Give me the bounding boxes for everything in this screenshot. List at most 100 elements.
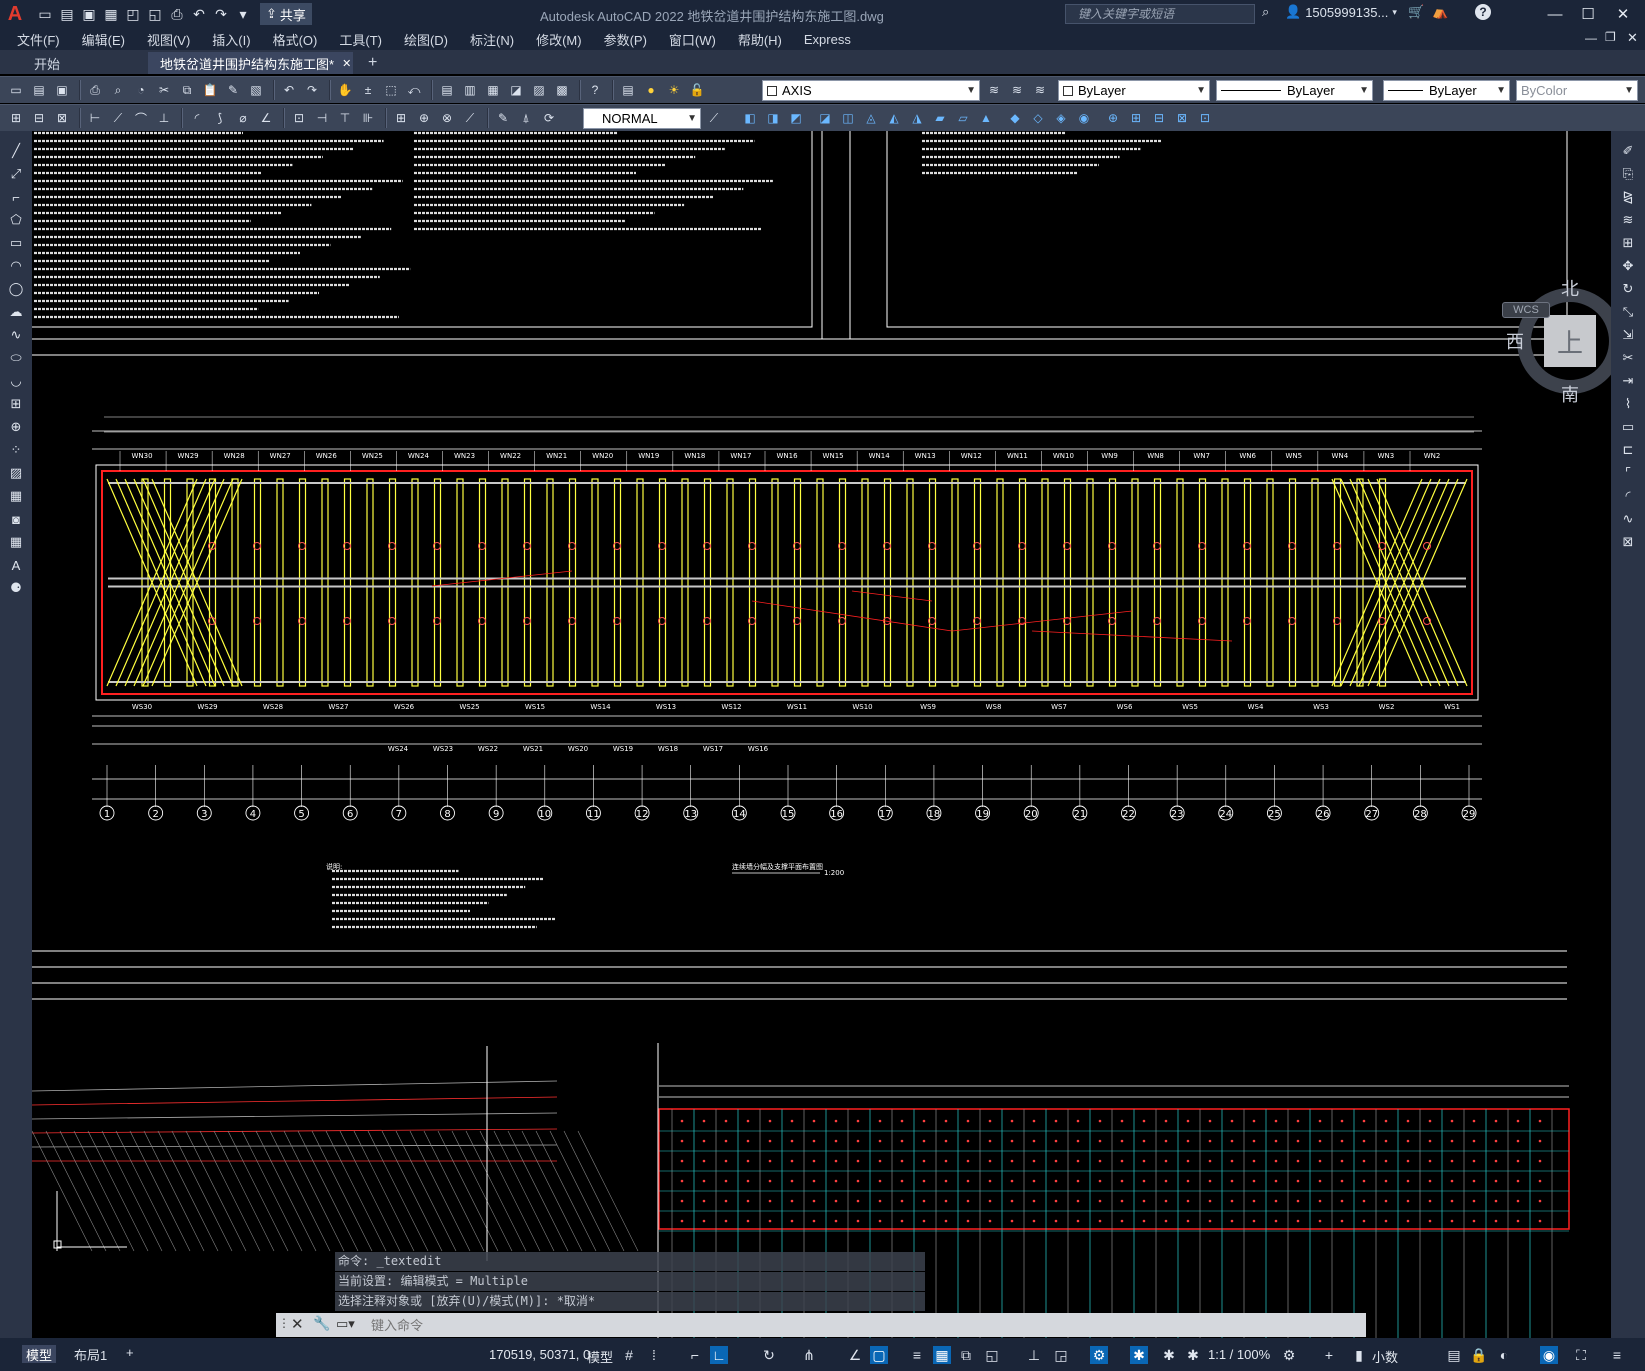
redo-icon[interactable]: ↷ [302, 80, 322, 100]
command-input[interactable] [371, 1316, 1331, 1334]
menu-help[interactable]: 帮助(H) [738, 30, 782, 49]
grip-icon[interactable]: ⋮ [278, 1316, 290, 1330]
mtext-icon[interactable]: A [5, 555, 27, 575]
viewcube-north[interactable]: 北 [1561, 275, 1579, 301]
linear-dim-icon[interactable]: ⊟ [29, 108, 49, 128]
chamfer-icon[interactable]: ◇ [1028, 108, 1048, 128]
move-icon[interactable]: ✥ [1617, 256, 1639, 276]
annotation-scale-icon[interactable]: ✱ [1160, 1346, 1178, 1364]
break-icon[interactable]: ▭ [1617, 417, 1639, 437]
polygon-icon[interactable]: ⬠ [5, 210, 27, 230]
viewcube-top-face[interactable]: 上 [1544, 315, 1596, 367]
scale-object-icon[interactable]: ⤡ [1617, 302, 1639, 322]
snap-icon[interactable]: ⁞ [645, 1346, 663, 1364]
selection-cycling-icon[interactable]: ⧉ [957, 1346, 975, 1364]
save-icon[interactable]: ▣ [52, 80, 72, 100]
menu-edit[interactable]: 编辑(E) [82, 30, 125, 49]
close-icon[interactable]: ✕ [291, 1315, 304, 1333]
tab-layout1[interactable]: 布局1 [70, 1345, 111, 1363]
hatch-icon[interactable]: ▨ [5, 463, 27, 483]
3d-osnap-icon[interactable]: ◱ [983, 1346, 1001, 1364]
menu-file[interactable]: 文件(F) [17, 30, 60, 49]
jogged-linear-icon[interactable]: ⟋ [460, 108, 480, 128]
customize-icon[interactable]: 🔧 [313, 1315, 330, 1332]
markup-icon[interactable]: ▨ [529, 80, 549, 100]
xref-icon[interactable]: ⊠ [1172, 108, 1192, 128]
new-icon[interactable]: ▭ [34, 3, 56, 25]
doc-close-icon[interactable]: ✕ [1627, 30, 1638, 46]
ellipse-arc-icon[interactable]: ◡ [5, 371, 27, 391]
join-object-icon[interactable]: ⊏ [1617, 440, 1639, 460]
menu-express[interactable]: Express [804, 32, 851, 47]
polyline-icon[interactable]: ⌐ [5, 187, 27, 207]
properties-icon[interactable]: ▤ [437, 80, 457, 100]
array-object-icon[interactable]: ⊞ [1617, 233, 1639, 253]
explode-object-icon[interactable]: ⊠ [1617, 532, 1639, 552]
ortho-icon[interactable]: ∟ [710, 1346, 728, 1364]
gizmo-icon[interactable]: ◲ [1052, 1346, 1070, 1364]
qnew-icon[interactable]: ▭ [6, 80, 26, 100]
help-icon[interactable]: ? [585, 80, 605, 100]
open-icon[interactable]: ▤ [56, 3, 78, 25]
wcs-button[interactable]: WCS [1502, 302, 1550, 318]
share-button[interactable]: ⇪ 共享 [260, 3, 312, 25]
dim-angular-icon[interactable]: ∠ [256, 108, 276, 128]
make-current-layer-icon[interactable]: ≋ [984, 80, 1004, 100]
copy-object-icon[interactable]: ⎘ [1617, 164, 1639, 184]
cart-icon[interactable]: 🛒 [1408, 4, 1424, 20]
gradient-icon[interactable]: ▦ [5, 486, 27, 506]
dim-ordinate-icon[interactable]: ⊥ [154, 108, 174, 128]
layer-previous-icon[interactable]: ≋ [1007, 80, 1027, 100]
pan-icon[interactable]: ✋ [335, 80, 355, 100]
grid-icon[interactable]: # [620, 1346, 638, 1364]
tab-model[interactable]: 模型 [22, 1345, 57, 1363]
color-dropdown[interactable]: ByLayer ▼ [1058, 80, 1210, 101]
rectangle-icon[interactable]: ▭ [5, 233, 27, 253]
model-space-toggle[interactable]: 模型 [587, 1347, 613, 1366]
polar-tracking-icon[interactable]: ↻ [760, 1346, 778, 1364]
lock-ui-icon[interactable]: 🔒 [1470, 1346, 1488, 1364]
plot-icon[interactable]: ⎙ [85, 80, 105, 100]
help-icon[interactable]: ? [1475, 4, 1491, 20]
units-value[interactable]: 小数 [1372, 1347, 1398, 1366]
explode-icon[interactable]: ◈ [1051, 108, 1071, 128]
menu-dimension[interactable]: 标注(N) [470, 30, 514, 49]
viewcube-south[interactable]: 南 [1561, 381, 1579, 407]
stretch-object-icon[interactable]: ⇲ [1617, 325, 1639, 345]
save-as-icon[interactable]: ▦ [100, 3, 122, 25]
lock-icon[interactable]: 🔓 [687, 80, 707, 100]
maximize-icon[interactable]: ☐ [1573, 3, 1603, 25]
menu-parametric[interactable]: 参数(P) [604, 30, 647, 49]
clip-icon[interactable]: ⊡ [1195, 108, 1215, 128]
dim-continue-icon[interactable]: ⊤ [335, 108, 355, 128]
arc-icon[interactable]: ◠ [5, 256, 27, 276]
rotate-object-icon[interactable]: ↻ [1617, 279, 1639, 299]
recent-commands-icon[interactable]: ▭▾ [336, 1316, 355, 1332]
block-editor-icon[interactable]: ▧ [246, 80, 266, 100]
quick-properties-icon[interactable]: ▤ [1445, 1346, 1463, 1364]
clean-screen-icon[interactable]: ⛶ [1572, 1346, 1590, 1364]
annotation-scale-value[interactable]: 1:1 / 100% [1208, 1347, 1270, 1362]
ellipse-icon[interactable]: ⬭ [5, 348, 27, 368]
dim-diameter-icon[interactable]: ⌀ [233, 108, 253, 128]
coordinates-readout[interactable]: 170519, 50371, 0 [489, 1347, 590, 1362]
tab-drawing[interactable]: 地铁岔道井围护结构东施工图* ✕ [148, 52, 353, 74]
create-block-icon[interactable]: ⊞ [1126, 108, 1146, 128]
doc-minimize-icon[interactable]: — [1585, 31, 1597, 45]
dim-baseline-icon[interactable]: ⊣ [312, 108, 332, 128]
join-icon[interactable]: ◉ [1074, 108, 1094, 128]
bulb-icon[interactable]: ● [641, 80, 661, 100]
stretch-icon[interactable]: ▰ [930, 108, 950, 128]
lineweight-dropdown[interactable]: ByLayer ▼ [1383, 80, 1510, 101]
align-icon[interactable]: ◪ [815, 108, 835, 128]
extend-icon[interactable]: ▲ [976, 108, 996, 128]
offset-icon[interactable]: ≋ [1617, 210, 1639, 230]
object-snap-icon[interactable]: ▢ [870, 1346, 888, 1364]
mirror-object-icon[interactable]: ⧎ [1617, 187, 1639, 207]
aligned-dim-icon[interactable]: ⊠ [52, 108, 72, 128]
object-snap-tracking-icon[interactable]: ∠ [846, 1346, 864, 1364]
make-block-icon[interactable]: ⊕ [5, 417, 27, 437]
open-web-icon[interactable]: ◰ [122, 3, 144, 25]
qdim-icon[interactable]: ⊡ [289, 108, 309, 128]
rotate-icon[interactable]: ◭ [884, 108, 904, 128]
